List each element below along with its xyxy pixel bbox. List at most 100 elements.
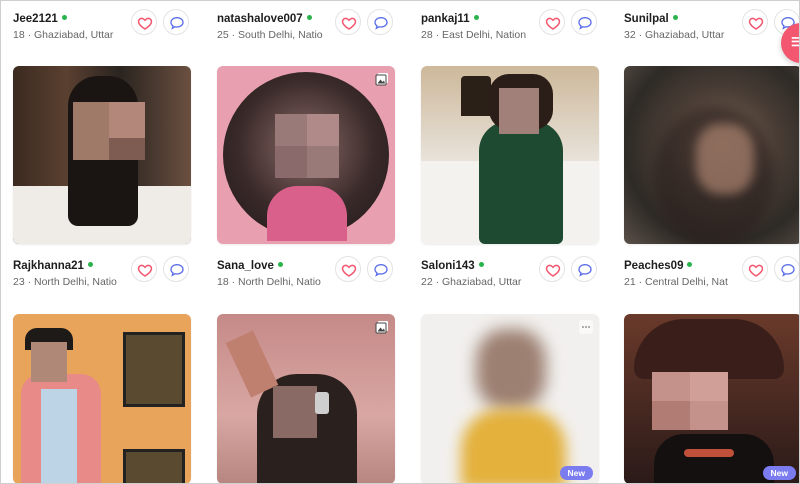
- profile-photo[interactable]: New: [624, 314, 799, 483]
- chat-bubble-icon: [374, 263, 388, 277]
- profile-info: natashalove007 25 · South Delhi, Natio: [217, 9, 395, 47]
- pixelated-face: [307, 114, 339, 146]
- profile-photo[interactable]: [624, 66, 799, 244]
- message-button[interactable]: [163, 256, 189, 282]
- photo-detail: [123, 332, 185, 407]
- heart-icon: [137, 17, 153, 30]
- like-button[interactable]: [539, 256, 565, 282]
- photo-detail: [684, 449, 734, 457]
- profile-meta: 23 · North Delhi, Natio: [13, 276, 117, 288]
- photo-detail: [654, 434, 774, 483]
- profile-photo[interactable]: New: [421, 314, 599, 483]
- username[interactable]: Peaches09: [624, 260, 693, 272]
- heart-icon: [545, 17, 561, 30]
- heart-icon: [748, 264, 764, 277]
- profile-info: Saloni143 22 · Ghaziabad, Uttar: [421, 256, 599, 294]
- pixelated-face: [109, 138, 145, 160]
- heart-icon: [341, 17, 357, 30]
- username[interactable]: Sana_love: [217, 260, 283, 272]
- username[interactable]: natashalove007: [217, 13, 312, 25]
- profile-photo[interactable]: [217, 66, 395, 244]
- chat-bubble-icon: [578, 16, 592, 30]
- message-button[interactable]: [774, 256, 799, 282]
- profile-photo[interactable]: [217, 314, 395, 483]
- chat-bubble-icon: [578, 263, 592, 277]
- message-button[interactable]: [367, 256, 393, 282]
- blurred-figure: [476, 329, 546, 409]
- menu-icon: ☰: [791, 35, 799, 49]
- online-indicator: [687, 262, 693, 268]
- photo-detail: [461, 76, 491, 116]
- heart-icon: [341, 264, 357, 277]
- profile-browser: Jee2121 18 · Ghaziabad, Uttar natashalov…: [0, 0, 800, 484]
- profile-info: Jee2121 18 · Ghaziabad, Uttar: [13, 9, 191, 47]
- pixelated-face: [109, 102, 145, 138]
- phone-in-photo: [315, 392, 329, 414]
- online-indicator: [61, 15, 67, 21]
- profile-meta: 21 · Central Delhi, Nat: [624, 276, 728, 288]
- profile-meta: 22 · Ghaziabad, Uttar: [421, 276, 522, 288]
- profile-meta: 32 · Ghaziabad, Uttar: [624, 29, 725, 41]
- photo-detail: [479, 121, 563, 244]
- online-indicator: [478, 262, 484, 268]
- online-indicator: [672, 15, 678, 21]
- chat-bubble-icon: [781, 263, 795, 277]
- profile-photo[interactable]: [13, 314, 191, 483]
- blurred-figure: [696, 124, 754, 194]
- photo-detail: [225, 330, 279, 398]
- profile-info: Peaches09 21 · Central Delhi, Nat: [624, 256, 799, 294]
- profile-info: pankaj11 28 · East Delhi, Nation: [421, 9, 599, 47]
- online-indicator: [87, 262, 93, 268]
- message-button[interactable]: [367, 9, 393, 35]
- message-button[interactable]: [571, 9, 597, 35]
- profile-info: Sunilpal 32 · Ghaziabad, Uttar: [624, 9, 799, 47]
- username[interactable]: Jee2121: [13, 13, 67, 25]
- chat-bubble-icon: [170, 263, 184, 277]
- new-badge: New: [762, 466, 796, 480]
- profile-meta: 25 · South Delhi, Natio: [217, 29, 323, 41]
- username[interactable]: Saloni143: [421, 260, 484, 272]
- message-button[interactable]: [571, 256, 597, 282]
- profile-meta: 18 · North Delhi, Natio: [217, 276, 321, 288]
- pixelated-face: [275, 146, 307, 178]
- heart-icon: [137, 264, 153, 277]
- like-button[interactable]: [539, 9, 565, 35]
- username[interactable]: pankaj11: [421, 13, 479, 25]
- heart-icon: [748, 17, 764, 30]
- gallery-icon: [375, 320, 389, 334]
- profile-meta: 18 · Ghaziabad, Uttar: [13, 29, 114, 41]
- profile-info: Sana_love 18 · North Delhi, Natio: [217, 256, 395, 294]
- pixelated-face: [31, 342, 67, 382]
- pixelated-face: [273, 386, 317, 438]
- online-indicator: [277, 262, 283, 268]
- online-indicator: [306, 15, 312, 21]
- photo-detail: [267, 186, 347, 241]
- like-button[interactable]: [131, 256, 157, 282]
- photo-detail: [41, 389, 77, 483]
- like-button[interactable]: [335, 9, 361, 35]
- pixelated-face: [499, 88, 539, 134]
- online-indicator: [473, 15, 479, 21]
- more-icon: [579, 320, 593, 334]
- message-button[interactable]: [163, 9, 189, 35]
- like-button[interactable]: [335, 256, 361, 282]
- profile-photo[interactable]: [13, 66, 191, 244]
- chat-bubble-icon: [170, 16, 184, 30]
- profile-meta: 28 · East Delhi, Nation: [421, 29, 527, 41]
- heart-icon: [545, 264, 561, 277]
- photo-detail: [634, 319, 784, 379]
- profile-info: Rajkhanna21 23 · North Delhi, Natio: [13, 256, 191, 294]
- profile-photo[interactable]: [421, 66, 599, 244]
- like-button[interactable]: [742, 256, 768, 282]
- like-button[interactable]: [131, 9, 157, 35]
- pixelated-face: [690, 372, 728, 401]
- new-badge: New: [559, 466, 593, 480]
- like-button[interactable]: [742, 9, 768, 35]
- chat-bubble-icon: [374, 16, 388, 30]
- pixelated-face: [652, 401, 690, 430]
- username[interactable]: Rajkhanna21: [13, 260, 93, 272]
- profile-grid: Jee2121 18 · Ghaziabad, Uttar natashalov…: [1, 1, 799, 483]
- username[interactable]: Sunilpal: [624, 13, 678, 25]
- photo-detail: [123, 449, 185, 483]
- blurred-figure: [461, 409, 566, 483]
